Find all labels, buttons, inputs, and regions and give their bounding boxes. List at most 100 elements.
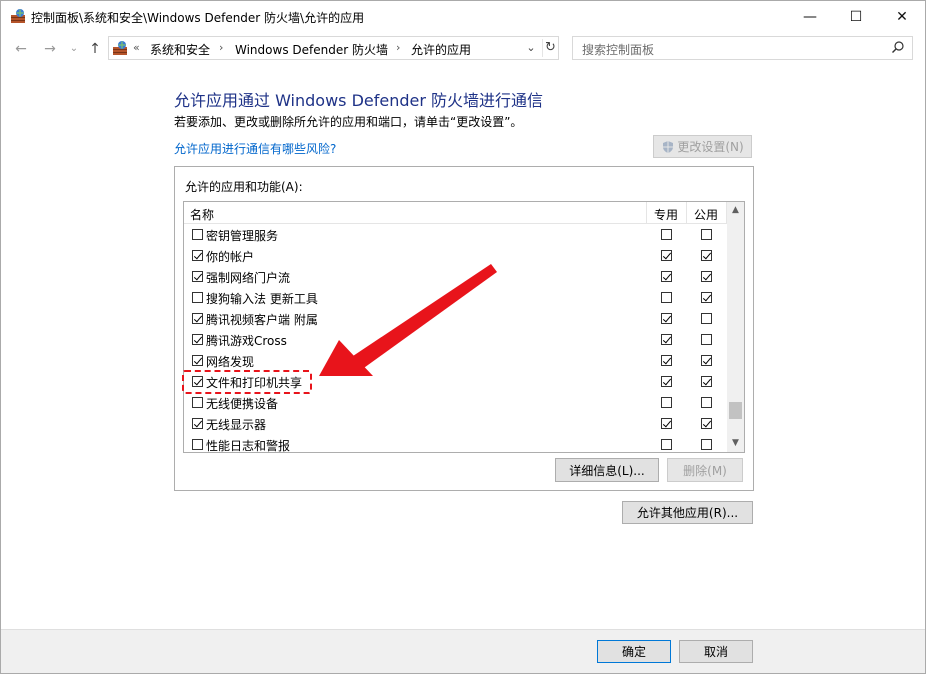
details-label: 详细信息(L)...	[569, 463, 645, 478]
uac-shield-icon	[663, 140, 674, 153]
column-header-name[interactable]: 名称	[190, 206, 214, 223]
forward-arrow-icon: →	[44, 41, 56, 57]
private-checkbox[interactable]	[661, 397, 672, 408]
minimize-icon: —	[803, 8, 817, 25]
public-checkbox[interactable]	[701, 313, 712, 324]
close-button[interactable]: ✕	[879, 1, 925, 32]
app-name: 你的帐户	[206, 250, 255, 264]
risks-help-link[interactable]: 允许应用进行通信有哪些风险?	[174, 140, 336, 157]
enable-checkbox[interactable]	[192, 397, 203, 408]
column-header-public[interactable]: 公用	[686, 206, 726, 223]
enable-checkbox[interactable]	[192, 271, 203, 282]
close-icon: ✕	[896, 8, 908, 25]
private-checkbox[interactable]	[661, 334, 672, 345]
app-name: 无线显示器	[206, 418, 267, 432]
ok-button[interactable]: 确定	[597, 640, 671, 663]
private-checkbox[interactable]	[661, 292, 672, 303]
enable-checkbox[interactable]	[192, 229, 203, 240]
allowed-apps-label: 允许的应用和功能(A):	[185, 180, 303, 194]
private-checkbox[interactable]	[661, 229, 672, 240]
change-settings-label: 更改设置(N)	[677, 140, 744, 154]
search-input[interactable]: 搜索控制面板	[572, 36, 913, 60]
enable-checkbox[interactable]	[192, 418, 203, 429]
public-checkbox[interactable]	[701, 271, 712, 282]
chevron-down-icon: ⌄	[526, 41, 536, 54]
list-item[interactable]: 无线便携设备	[184, 392, 727, 413]
public-checkbox[interactable]	[701, 250, 712, 261]
scroll-up-icon[interactable]: ▲	[727, 202, 744, 219]
window-title: 控制面板\系统和安全\Windows Defender 防火墙\允许的应用	[31, 11, 365, 25]
firewall-icon	[11, 9, 25, 23]
public-checkbox[interactable]	[701, 439, 712, 450]
scroll-down-icon[interactable]: ▼	[727, 435, 744, 452]
up-button[interactable]: ↑	[86, 41, 104, 57]
private-checkbox[interactable]	[661, 376, 672, 387]
app-name: 网络发现	[206, 355, 255, 369]
details-button[interactable]: 详细信息(L)...	[555, 458, 659, 482]
public-checkbox[interactable]	[701, 334, 712, 345]
private-checkbox[interactable]	[661, 313, 672, 324]
app-name: 腾讯游戏Cross	[206, 334, 287, 348]
private-checkbox[interactable]	[661, 439, 672, 450]
search-placeholder: 搜索控制面板	[582, 43, 655, 57]
public-checkbox[interactable]	[701, 397, 712, 408]
list-item[interactable]: 密钥管理服务	[184, 224, 727, 245]
list-scrollbar[interactable]: ▲ ▼	[727, 202, 744, 452]
enable-checkbox[interactable]	[192, 313, 203, 324]
list-header: 名称 专用 公用	[184, 202, 727, 224]
maximize-icon: ☐	[849, 8, 863, 25]
private-checkbox[interactable]	[661, 271, 672, 282]
address-bar[interactable]: « 系统和安全 › Windows Defender 防火墙 › 允许的应用 ⌄…	[108, 36, 559, 60]
highlight-annotation	[182, 370, 312, 394]
app-name: 性能日志和警报	[206, 439, 291, 453]
ok-label: 确定	[621, 645, 646, 659]
cancel-label: 取消	[703, 645, 728, 659]
public-checkbox[interactable]	[701, 418, 712, 429]
remove-button[interactable]: 删除(M)	[667, 458, 743, 482]
title-bar: 控制面板\系统和安全\Windows Defender 防火墙\允许的应用 — …	[1, 1, 925, 33]
refresh-icon: ↻	[545, 40, 556, 55]
refresh-button[interactable]: ↻	[542, 39, 558, 57]
public-checkbox[interactable]	[701, 376, 712, 387]
breadcrumb-separator-icon[interactable]: ›	[219, 41, 223, 54]
breadcrumb-separator-icon[interactable]: ›	[396, 41, 400, 54]
breadcrumb-system-security[interactable]: 系统和安全	[150, 41, 210, 58]
public-checkbox[interactable]	[701, 355, 712, 366]
breadcrumb-firewall[interactable]: Windows Defender 防火墙	[235, 41, 388, 58]
enable-checkbox[interactable]	[192, 334, 203, 345]
minimize-button[interactable]: —	[787, 1, 833, 32]
cancel-button[interactable]: 取消	[679, 640, 753, 663]
back-button[interactable]: ←	[12, 41, 30, 57]
forward-button[interactable]: →	[41, 41, 59, 57]
column-header-private[interactable]: 专用	[646, 206, 686, 223]
enable-checkbox[interactable]	[192, 250, 203, 261]
change-settings-button[interactable]: 更改设置(N)	[653, 135, 752, 158]
breadcrumb-overflow-icon[interactable]: «	[133, 41, 140, 54]
enable-checkbox[interactable]	[192, 439, 203, 450]
recent-locations-button[interactable]: ⌄	[65, 41, 83, 57]
list-item[interactable]: 性能日志和警报	[184, 434, 727, 453]
firewall-icon	[113, 41, 127, 55]
search-icon	[892, 41, 904, 53]
back-arrow-icon: ←	[15, 41, 27, 57]
page-title: 允许应用通过 Windows Defender 防火墙进行通信	[174, 91, 544, 110]
breadcrumb-allowed-apps[interactable]: 允许的应用	[411, 41, 471, 58]
up-arrow-icon: ↑	[89, 41, 101, 57]
instruction-text: 若要添加、更改或删除所允许的应用和端口，请单击“更改设置”。	[174, 115, 523, 129]
allow-other-app-button[interactable]: 允许其他应用(R)...	[622, 501, 753, 524]
app-name: 密钥管理服务	[206, 229, 279, 243]
allow-other-app-label: 允许其他应用(R)...	[636, 506, 739, 520]
enable-checkbox[interactable]	[192, 292, 203, 303]
app-name: 强制网络门户流	[206, 271, 291, 285]
private-checkbox[interactable]	[661, 250, 672, 261]
enable-checkbox[interactable]	[192, 355, 203, 366]
remove-label: 删除(M)	[683, 463, 727, 478]
private-checkbox[interactable]	[661, 418, 672, 429]
public-checkbox[interactable]	[701, 229, 712, 240]
public-checkbox[interactable]	[701, 292, 712, 303]
address-dropdown-button[interactable]: ⌄	[523, 39, 539, 57]
maximize-button[interactable]: ☐	[833, 1, 879, 32]
scrollbar-thumb[interactable]	[729, 402, 742, 419]
private-checkbox[interactable]	[661, 355, 672, 366]
list-item[interactable]: 无线显示器	[184, 413, 727, 434]
